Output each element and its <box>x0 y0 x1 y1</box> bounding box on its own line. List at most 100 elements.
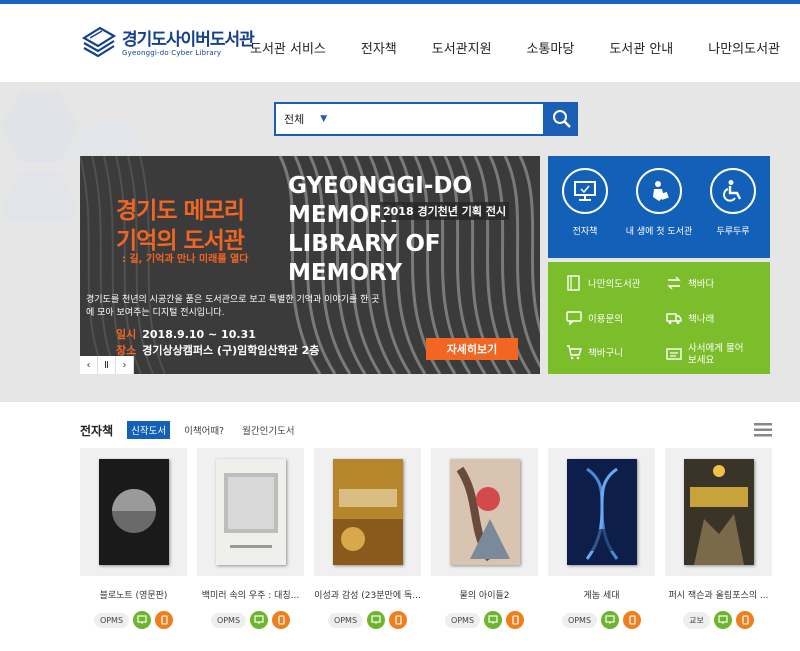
quick-inquiry[interactable]: 이용문의 <box>566 307 666 329</box>
book-cover-area <box>548 448 655 576</box>
mobile-icon <box>155 611 174 629</box>
book-cover-image[interactable] <box>215 459 286 565</box>
tab-recommended[interactable]: 이책어때? <box>180 421 228 439</box>
book-cover-image[interactable] <box>683 459 754 565</box>
nav-my-library[interactable]: 나만의도서관 <box>708 38 780 57</box>
quick-durudu[interactable]: 두루두루 <box>698 168 768 258</box>
wheelchair-icon <box>710 168 756 214</box>
exchange-icon <box>667 276 681 290</box>
book-cover-area <box>80 448 187 576</box>
exhibition-banner[interactable]: 경기도 메모리 기억의 도서관 : 길, 기억과 만나 미래를 열다 GYEON… <box>80 156 540 374</box>
banner-title-korean: 경기도 메모리 기억의 도서관 <box>116 196 245 256</box>
nav-library-support[interactable]: 도서관지원 <box>432 38 492 57</box>
search-scope-select[interactable]: 전체 <box>284 111 304 127</box>
quick-my-library[interactable]: 나만의도서관 <box>566 272 666 294</box>
quick-menu-blue: 전자책 내 생에 첫 도서관 두루두루 <box>548 156 770 258</box>
book-cover-image[interactable] <box>566 459 637 565</box>
format-badge: OPMS <box>444 612 481 628</box>
quick-cart[interactable]: 책바구니 <box>566 341 666 363</box>
banner-description: 경기도를 천년의 시공간을 품은 도서관으로 보고 특별한 기억과 이야기를 한… <box>86 295 380 318</box>
banner-title-en-line4: MEMORY <box>288 260 403 286</box>
book-card[interactable]: 퍼시 잭슨과 올림포스의 ... 교보 <box>665 448 772 629</box>
book-cover-image[interactable] <box>449 459 520 565</box>
quick-ask-librarian[interactable]: 사서에게 물어보세요 <box>666 341 766 369</box>
date-value: 2018.9.10 ~ 10.31 <box>142 328 256 341</box>
ebook-section-header: 전자책 신작도서 이책어때? 월간인기도서 <box>80 420 772 440</box>
book-cover-area <box>314 448 421 576</box>
dropdown-caret-icon[interactable]: ▼ <box>320 114 327 124</box>
nav-community[interactable]: 소통마당 <box>527 38 575 57</box>
book-cover-image[interactable] <box>332 459 403 565</box>
quick-chaekbada-label: 책바다 <box>688 279 715 290</box>
quick-first-library-label: 내 생에 첫 도서관 <box>625 227 693 237</box>
book-cover-image[interactable] <box>98 459 169 565</box>
chat-icon <box>566 310 582 326</box>
truck-icon <box>666 312 682 324</box>
site-header: 경기도사이버도서관 Gyeonggi-do Cyber Library 도서관 … <box>0 4 800 82</box>
quick-chaeknarae-label: 책나래 <box>688 313 715 325</box>
book-title[interactable]: 게놈 세대 <box>548 588 655 601</box>
pc-icon <box>250 611 269 629</box>
book-card[interactable]: 백미러 속의 우주 : 대칭... OPMS <box>197 448 304 629</box>
section-title: 전자책 <box>80 423 114 438</box>
banner-detail-button[interactable]: 자세히보기 <box>426 338 518 360</box>
book-title[interactable]: 퍼시 잭슨과 올림포스의 ... <box>665 588 772 601</box>
book-card[interactable]: 물의 아이들2 OPMS <box>431 448 538 629</box>
mobile-icon <box>735 611 754 629</box>
next-arrow-icon[interactable]: › <box>116 356 134 374</box>
mobile-icon <box>623 611 642 629</box>
hamburger-menu-icon[interactable] <box>754 423 772 437</box>
quick-cart-label: 책바구니 <box>588 348 623 360</box>
book-cover-area <box>197 448 304 576</box>
banner-place: 장소 경기상상캠퍼스 (구)임학임산학관 2층 <box>116 342 319 358</box>
nav-ebooks[interactable]: 전자책 <box>361 38 397 57</box>
quick-ebook-label: 전자책 <box>572 227 598 237</box>
quick-inquiry-label: 이용문의 <box>588 313 623 325</box>
book-title[interactable]: 물의 아이들2 <box>431 588 538 601</box>
tab-monthly-popular[interactable]: 월간인기도서 <box>238 421 298 439</box>
book-card[interactable]: 블로노트 (영문판) OPMS <box>80 448 187 629</box>
book-stack-logo-icon <box>81 26 116 58</box>
book-card[interactable]: 게놈 세대 OPMS <box>548 448 655 629</box>
book-title[interactable]: 블로노트 (영문판) <box>80 588 187 601</box>
prev-arrow-icon[interactable]: ‹ <box>80 356 98 374</box>
search-input[interactable] <box>337 113 543 125</box>
banner-title-english: GYEONGGI-DO MEMORY LIBRARY OF MEMORY <box>288 172 472 288</box>
banner-date: 일시 2018.9.10 ~ 10.31 <box>116 326 256 342</box>
mobile-icon <box>506 611 525 629</box>
banner-subtitle: : 길, 기억과 만나 미래를 열다 <box>122 254 249 265</box>
quick-first-library[interactable]: 내 생에 첫 도서관 <box>624 168 694 258</box>
quick-chaekbada[interactable]: 책바다 <box>666 272 766 294</box>
book-card[interactable]: 이성과 감성 (23분만에 독... OPMS <box>314 448 421 629</box>
pc-icon <box>713 611 732 629</box>
quick-my-library-label: 나만의도서관 <box>588 279 641 290</box>
banner-tag: 2018 경기천년 기획 전시 <box>380 202 510 220</box>
pc-icon <box>601 611 620 629</box>
book-title[interactable]: 이성과 감성 (23분만에 독... <box>314 588 421 601</box>
mobile-icon <box>389 611 408 629</box>
search-button[interactable] <box>545 102 578 136</box>
quick-ebook[interactable]: 전자책 <box>550 168 620 258</box>
quick-durudu-label: 두루두루 <box>716 227 750 237</box>
book-cover-area <box>431 448 538 576</box>
quick-chaeknarae[interactable]: 책나래 <box>666 307 766 329</box>
place-value: 경기상상캠퍼스 (구)임학임산학관 2층 <box>142 344 320 357</box>
format-badge: OPMS <box>93 612 130 628</box>
book-badges: OPMS <box>314 611 421 629</box>
book-title[interactable]: 백미러 속의 우주 : 대칭... <box>197 588 304 601</box>
banner-controls: ‹ Ⅱ › <box>80 356 134 374</box>
pc-icon <box>133 611 152 629</box>
tab-new-books[interactable]: 신작도서 <box>127 421 171 439</box>
nav-library-info[interactable]: 도서관 안내 <box>609 38 673 57</box>
banner-title-en-line1: GYEONGGI-DO <box>288 173 473 199</box>
book-icon <box>567 275 580 291</box>
book-badges: 교보 <box>665 611 772 629</box>
format-badge: OPMS <box>327 612 364 628</box>
monitor-icon <box>562 168 608 214</box>
book-badges: OPMS <box>80 611 187 629</box>
book-list: 블로노트 (영문판) OPMS 백미러 속의 우주 : 대칭... OPMS 이… <box>80 448 772 629</box>
pause-icon[interactable]: Ⅱ <box>98 356 116 374</box>
main-nav: 도서관 서비스 전자책 도서관지원 소통마당 도서관 안내 나만의도서관 <box>250 38 780 57</box>
nav-library-services[interactable]: 도서관 서비스 <box>250 38 326 57</box>
site-logo[interactable]: 경기도사이버도서관 Gyeonggi-do Cyber Library <box>80 24 255 58</box>
